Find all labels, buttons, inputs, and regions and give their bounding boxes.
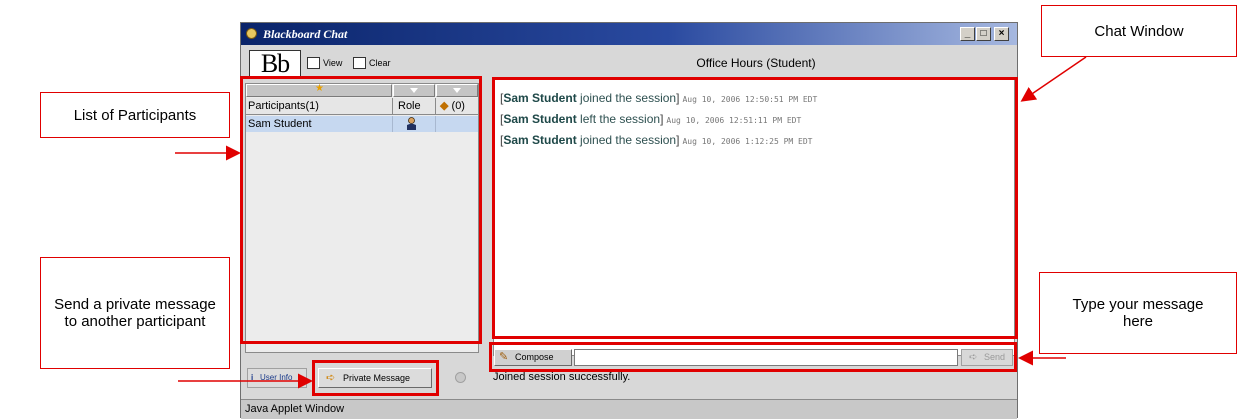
arrow-to-chat-window	[1020, 56, 1087, 102]
annotation-arrows	[175, 56, 1087, 389]
